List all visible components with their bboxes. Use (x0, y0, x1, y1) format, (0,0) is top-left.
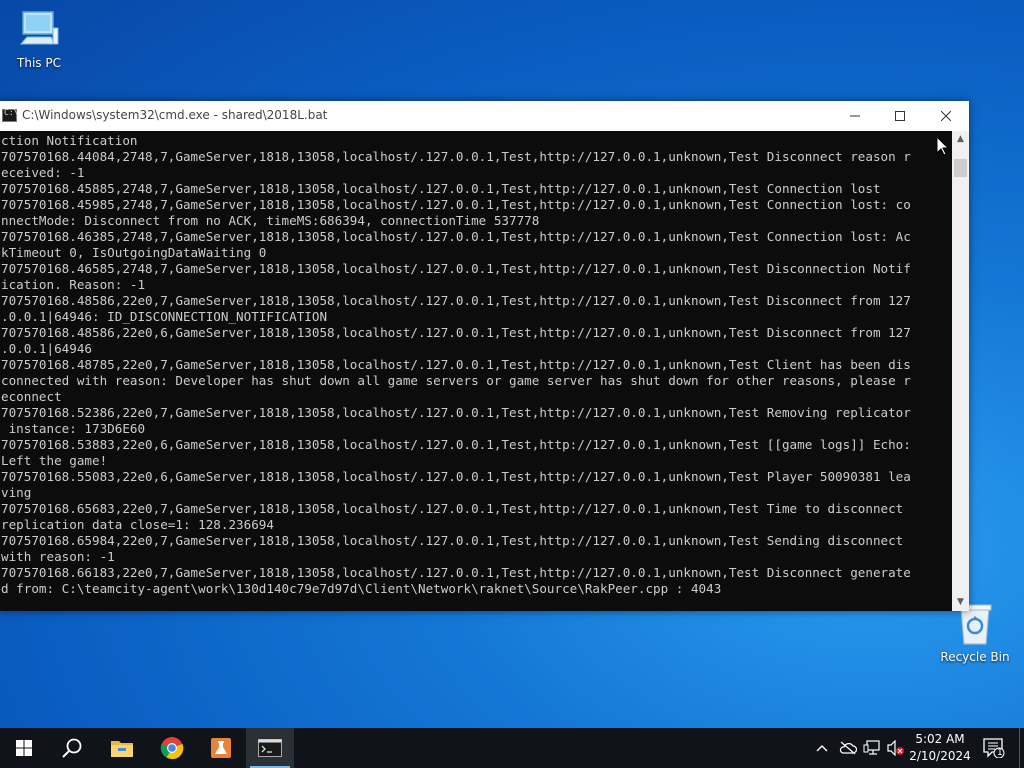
cmd-icon-glyph: C:\ (4, 108, 19, 117)
computer-icon (19, 11, 59, 45)
scroll-down-arrow-icon[interactable]: ▼ (952, 594, 969, 611)
desktop: This PC Recycle Bin C:\ C:\Windows\syste… (0, 0, 1024, 728)
console-line: ction Notification (1, 133, 138, 148)
cmd-app-icon: C:\ (2, 108, 19, 122)
desktop-icon-label: Recycle Bin (940, 650, 1010, 664)
console-line: ication. Reason: -1 (1, 277, 146, 292)
maximize-button[interactable] (877, 101, 923, 131)
console-line: 707570168.44084,2748,7,GameServer,1818,1… (1, 149, 911, 164)
console-line: 707570168.48785,22e0,7,GameServer,1818,1… (1, 357, 911, 372)
desktop-icon-label: This PC (17, 56, 61, 70)
console-line: 707570168.48586,22e0,6,GameServer,1818,1… (1, 325, 911, 340)
console-line: Left the game! (1, 453, 108, 468)
console-line: d from: C:\teamcity-agent\work\130d140c7… (1, 581, 722, 596)
system-clock[interactable]: 5:02 AM 2/10/2024 (908, 731, 972, 765)
folder-icon (111, 741, 133, 757)
scrollbar-thumb[interactable] (954, 159, 967, 177)
console-line: instance: 173D6E60 (1, 421, 146, 436)
vertical-scrollbar[interactable]: ▲ ▼ (952, 131, 969, 611)
console-output[interactable]: ction Notification 707570168.44084,2748,… (0, 131, 952, 613)
console-line: 707570168.52386,22e0,7,GameServer,1818,1… (1, 405, 911, 420)
clock-time: 5:02 AM (915, 732, 965, 746)
cmd-window[interactable]: C:\ C:\Windows\system32\cmd.exe - shared… (0, 101, 969, 611)
console-line: 707570168.46585,2748,7,GameServer,1818,1… (1, 261, 911, 276)
notification-center-button[interactable]: 1 (978, 728, 1010, 768)
console-line: eceived: -1 (1, 165, 85, 180)
window-titlebar[interactable]: C:\ C:\Windows\system32\cmd.exe - shared… (0, 101, 969, 131)
show-desktop-button[interactable] (1019, 728, 1024, 768)
clock-date: 2/10/2024 (909, 749, 971, 763)
notification-count: 1 (997, 748, 1003, 758)
scroll-up-arrow-icon[interactable]: ▲ (952, 131, 969, 148)
command-prompt-button[interactable] (246, 728, 294, 768)
console-line: econnect (1, 389, 62, 404)
console-line: 707570168.45885,2748,7,GameServer,1818,1… (1, 181, 881, 196)
console-line: 707570168.53883,22e0,6,GameServer,1818,1… (1, 437, 911, 452)
console-line: replication data close=1: 128.236694 (1, 517, 274, 532)
lab-app-button[interactable] (197, 728, 245, 768)
terminal-icon (258, 739, 282, 757)
console-line: 707570168.55083,22e0,6,GameServer,1818,1… (1, 469, 911, 484)
start-button[interactable] (0, 728, 48, 768)
maximize-icon (895, 111, 905, 121)
console-line: 707570168.65683,22e0,7,GameServer,1818,1… (1, 501, 911, 516)
console-line: 707570168.46385,2748,7,GameServer,1818,1… (1, 229, 911, 244)
chrome-button[interactable] (148, 728, 196, 768)
console-line: 707570168.48586,22e0,7,GameServer,1818,1… (1, 293, 911, 308)
flask-icon (211, 738, 231, 758)
console-line: .0.0.1|64946: ID_DISCONNECTION_NOTIFICAT… (1, 309, 328, 324)
minimize-icon (850, 115, 860, 117)
console-line: nnectMode: Disconnect from no ACK, timeM… (1, 213, 540, 228)
window-title: C:\Windows\system32\cmd.exe - shared\201… (22, 108, 328, 122)
close-icon (941, 111, 951, 121)
console-line: 707570168.65984,22e0,7,GameServer,1818,1… (1, 533, 911, 548)
console-line: 707570168.45985,2748,7,GameServer,1818,1… (1, 197, 911, 212)
console-line: with reason: -1 (1, 549, 115, 564)
console-line: kTimeout 0, IsOutgoingDataWaiting 0 (1, 245, 267, 260)
minimize-button[interactable] (832, 101, 878, 131)
network-icon[interactable] (862, 738, 882, 758)
console-line: 707570168.66183,22e0,7,GameServer,1818,1… (1, 565, 911, 580)
console-line: .0.0.1|64946 (1, 341, 92, 356)
chrome-icon (160, 737, 184, 760)
volume-muted-icon[interactable] (886, 738, 906, 758)
mouse-cursor-icon (937, 137, 949, 156)
tray-overflow-chevron-icon[interactable] (814, 738, 830, 758)
search-icon (62, 738, 82, 758)
taskbar: 5:02 AM 2/10/2024 1 (0, 728, 1024, 768)
file-explorer-button[interactable] (98, 728, 146, 768)
search-button[interactable] (48, 728, 96, 768)
console-line: connected with reason: Developer has shu… (1, 373, 911, 388)
close-button[interactable] (923, 101, 969, 131)
console-line: ving (1, 485, 32, 500)
cloud-offline-icon[interactable] (838, 738, 858, 758)
desktop-icon-this-pc[interactable]: This PC (1, 8, 77, 70)
windows-logo-icon (16, 740, 32, 756)
